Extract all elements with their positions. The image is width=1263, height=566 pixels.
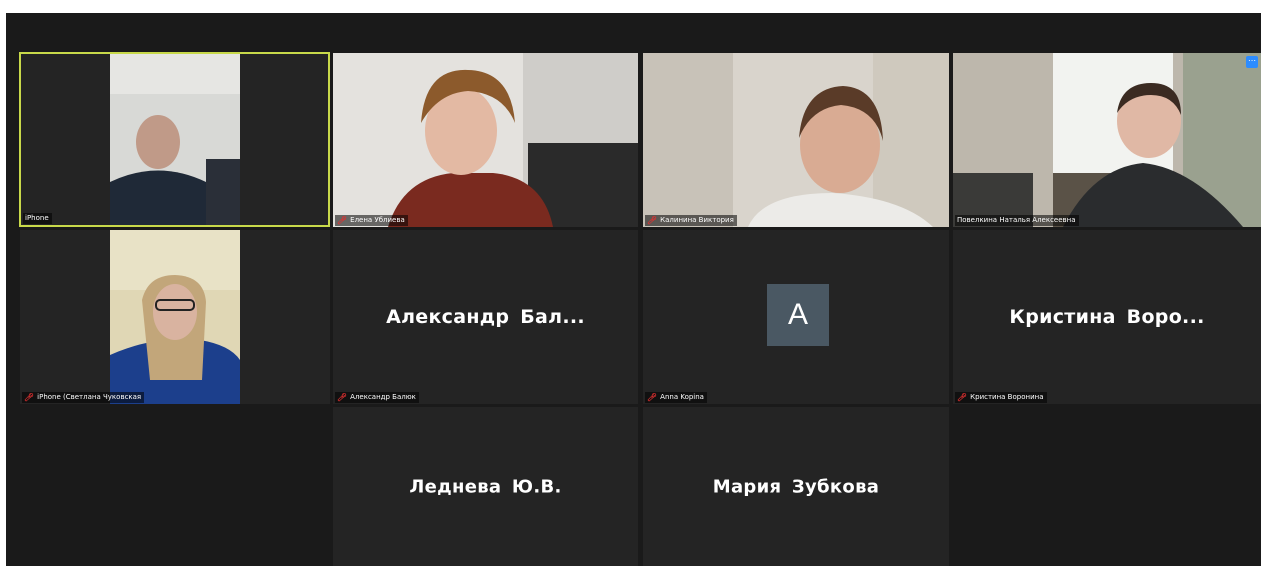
mic-muted-icon: 🎤︎ bbox=[647, 216, 658, 225]
tile-options-icon[interactable]: ⋯ bbox=[1246, 56, 1258, 68]
mic-muted-icon: 🎤︎ bbox=[957, 393, 968, 402]
mic-muted-icon: 🎤︎ bbox=[337, 216, 348, 225]
mic-muted-icon: 🎤︎ bbox=[24, 393, 35, 402]
participant-tile-kalinina[interactable]: 🎤︎ Калинина Виктория bbox=[643, 53, 949, 227]
participant-name-tag: 🎤︎ Александр Балюк bbox=[335, 392, 419, 403]
participant-tile-anna[interactable]: A 🎤︎ Anna Kopina bbox=[643, 230, 949, 404]
participant-video bbox=[333, 53, 638, 227]
mic-muted-icon: 🎤︎ bbox=[647, 393, 658, 402]
participant-tile-iphone[interactable]: iPhone bbox=[19, 52, 330, 227]
participant-display-name: Александр Бал... bbox=[386, 306, 585, 328]
participant-video bbox=[110, 54, 240, 225]
participant-tile-ledneva[interactable]: Леднева Ю.В. bbox=[333, 407, 638, 566]
participant-video bbox=[110, 230, 240, 404]
mic-muted-icon: 🎤︎ bbox=[337, 393, 348, 402]
participant-name-tag: 🎤︎ Елена Ублиева bbox=[335, 215, 408, 226]
avatar: A bbox=[767, 284, 829, 346]
participant-tile-zubkova[interactable]: Мария Зубкова bbox=[643, 407, 949, 566]
participant-display-name: Мария Зубкова bbox=[712, 476, 880, 497]
participant-tile-iphone-svetlana[interactable]: 🎤︎ iPhone (Светлана Чуковская bbox=[20, 230, 330, 404]
participant-name-tag: iPhone bbox=[23, 213, 52, 224]
participant-tile-elena[interactable]: 🎤︎ Елена Ублиева bbox=[333, 53, 638, 227]
participant-display-name: Леднева Ю.В. bbox=[409, 476, 562, 497]
participant-name-tag: 🎤︎ Anna Kopina bbox=[645, 392, 707, 403]
participant-tile-povelkina[interactable]: ⋯ Повелкина Наталья Алексеевна bbox=[953, 53, 1261, 227]
participant-tile-aleksandr[interactable]: Александр Бал... 🎤︎ Александр Балюк bbox=[333, 230, 638, 404]
participant-name-tag: 🎤︎ iPhone (Светлана Чуковская bbox=[22, 392, 145, 403]
participant-video bbox=[643, 53, 949, 227]
participant-name-tag: 🎤︎ Калинина Виктория bbox=[645, 215, 737, 226]
participant-name-tag: Повелкина Наталья Алексеевна bbox=[955, 215, 1079, 226]
participant-video bbox=[953, 53, 1261, 227]
participant-name-tag: 🎤︎ Кристина Воронина bbox=[955, 392, 1047, 403]
participant-tile-kristina[interactable]: Кристина Воро... 🎤︎ Кристина Воронина bbox=[953, 230, 1261, 404]
video-grid: iPhone 🎤︎ Елена Ублиева 🎤︎ Калинина Викт… bbox=[6, 13, 1261, 566]
participant-display-name: Кристина Воро... bbox=[1009, 306, 1205, 328]
